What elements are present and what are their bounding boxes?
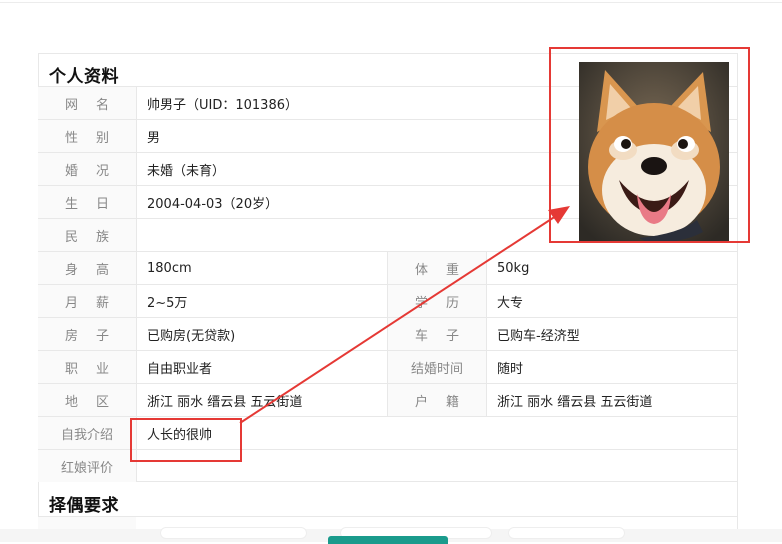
annotation-arrow-icon bbox=[239, 206, 570, 424]
contact-button[interactable] bbox=[328, 536, 448, 544]
